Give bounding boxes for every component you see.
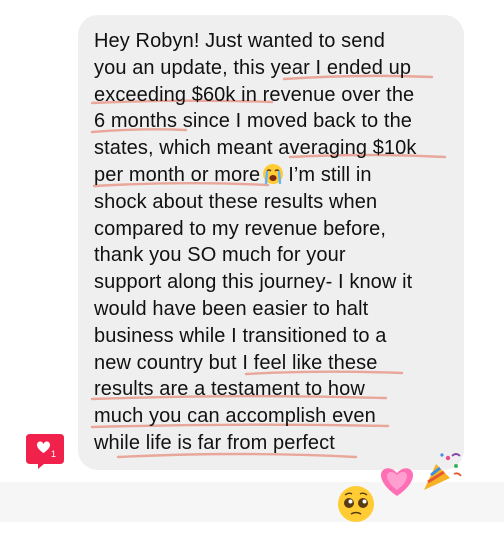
message-line-9: thank you SO much for your <box>94 244 346 267</box>
pleading-face-icon[interactable] <box>336 484 376 524</box>
message-line-1: Hey Robyn! Just wanted to send <box>94 30 385 52</box>
message-line-5: states, which meant averaging $10k <box>94 137 417 160</box>
message-line-3: exceeding $60k in revenue over the <box>94 83 415 106</box>
message-line-14: results are a testament to how <box>94 378 365 401</box>
party-popper-icon[interactable] <box>418 450 464 494</box>
message-line-6: per month or more I’m still in <box>94 162 464 189</box>
message-line-7: shock about these results when <box>94 190 378 213</box>
chat-screen: Hey Robyn! Just wanted to send you an up… <box>0 0 504 534</box>
message-line-6-suffix: I’m still in <box>288 163 372 186</box>
message-line-13: new country but I feel like these <box>94 351 378 374</box>
message-line-12: business while I transitioned to a <box>94 324 387 347</box>
like-count: 1 <box>51 449 56 459</box>
message-line-6-prefix: per month or more <box>94 163 261 186</box>
message-line-11: would have been easier to halt <box>94 297 369 320</box>
message-line-15: much you can accomplish even <box>94 405 376 428</box>
loudly-crying-face-icon <box>263 163 284 185</box>
message-line-16: while life is far from perfect <box>94 431 335 454</box>
message-line-4: 6 months since I moved back to the <box>94 110 413 133</box>
message-line-10: support along this journey- I know it <box>94 271 413 294</box>
growing-heart-icon[interactable] <box>378 462 416 500</box>
like-badge[interactable]: 1 <box>22 430 66 470</box>
message-line-2: you an update, this year I ended up <box>94 56 412 79</box>
message-text: Hey Robyn! Just wanted to send you an up… <box>94 28 464 457</box>
message-line-8: compared to my revenue before, <box>94 217 387 240</box>
